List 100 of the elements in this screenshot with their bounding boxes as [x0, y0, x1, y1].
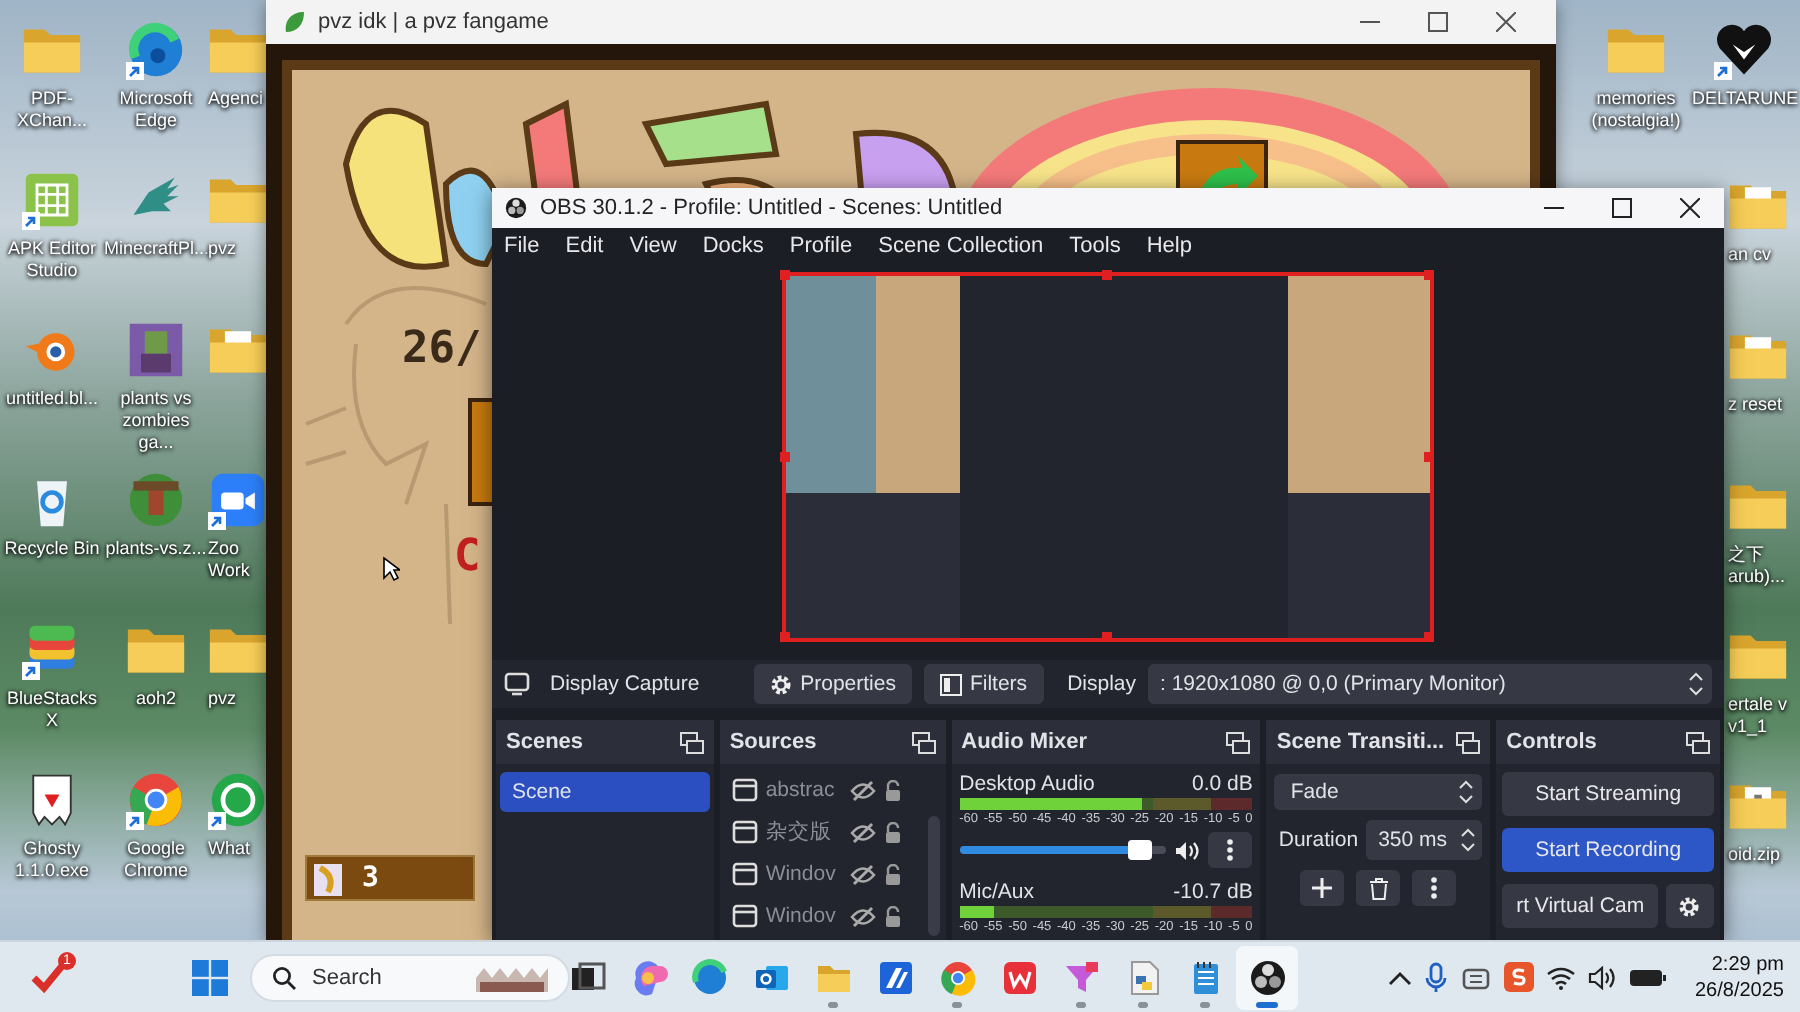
eye-slash-icon[interactable] [849, 779, 876, 801]
chat-icon [208, 770, 268, 830]
control-button[interactable]: Start Recording [1502, 828, 1714, 872]
screen-capture-preview[interactable] [782, 272, 1434, 642]
undock-icon[interactable] [1685, 731, 1710, 753]
menu-item[interactable]: Tools [1069, 234, 1121, 258]
undock-icon[interactable] [679, 731, 704, 753]
toolbar-button[interactable]: Filters [923, 664, 1044, 704]
resize-handle[interactable] [1102, 632, 1112, 642]
resize-handle[interactable] [780, 632, 790, 642]
scene-item[interactable]: Scene [500, 772, 710, 812]
desktop-icon-label[interactable]: untitled.bl... [5, 388, 99, 410]
app-icon[interactable] [1503, 962, 1533, 992]
network-app-icon[interactable] [1459, 963, 1491, 991]
office-app-icon [999, 957, 1039, 997]
taskbar-app-button[interactable] [1236, 945, 1298, 1009]
dock-title: Scenes [506, 730, 584, 754]
more-button[interactable] [1412, 870, 1457, 906]
lock-icon[interactable] [883, 821, 902, 843]
resize-handle[interactable] [1424, 632, 1434, 642]
menu-item[interactable]: Docks [702, 234, 764, 258]
desktop-icon-label[interactable]: Recycle Bin [4, 538, 100, 560]
duration-spinbox[interactable]: 350 ms [1366, 820, 1483, 860]
transition-dropdown[interactable]: Fade [1274, 774, 1483, 810]
source-item[interactable]: abstrac [765, 778, 842, 802]
control-button[interactable]: rt Virtual Cam [1502, 884, 1658, 928]
delete-button[interactable] [1356, 870, 1401, 906]
dock-title: Audio Mixer [961, 730, 1088, 754]
window-title: OBS 30.1.2 - Profile: Untitled - Scenes: Untitled [540, 196, 1003, 220]
microphone-icon[interactable] [1423, 961, 1447, 993]
browser-circle-icon [937, 957, 977, 997]
source-item[interactable]: 杂交版 [765, 818, 842, 846]
search-highlight-drawing [476, 963, 548, 991]
clock-time[interactable]: 2:29 pm [1711, 951, 1784, 977]
eye-slash-icon[interactable] [849, 905, 876, 927]
desktop-icon-label[interactable]: pvz [208, 688, 237, 710]
undock-icon[interactable] [911, 731, 936, 753]
desktop-icon-label[interactable]: ertale v v1_1 [1728, 694, 1800, 738]
eye-slash-icon[interactable] [849, 863, 876, 885]
leaf-icon [282, 10, 306, 34]
browser-swirl-icon [126, 20, 186, 80]
eye-slash-icon[interactable] [849, 821, 876, 843]
desktop-icon-label[interactable]: z reset [1728, 394, 1783, 416]
up-down-arrows-icon[interactable] [1460, 828, 1477, 852]
search-field[interactable]: Search [312, 965, 460, 989]
desktop-icon-label[interactable]: plants-vs.z... [105, 538, 207, 560]
slider-thumb[interactable] [1128, 840, 1153, 860]
source-item[interactable]: Windov [765, 862, 842, 886]
channel-name: Desktop Audio [959, 772, 1095, 796]
resize-handle[interactable] [1102, 270, 1112, 280]
desktop-icon-label[interactable]: aoh2 [135, 688, 177, 710]
wifi-icon[interactable] [1545, 965, 1575, 989]
scrollbar[interactable] [927, 816, 940, 936]
desktop-icon-label[interactable]: 之下 arub)... [1728, 544, 1800, 588]
display-dropdown[interactable]: : 1920x1080 @ 0,0 (Primary Monitor) [1148, 664, 1712, 704]
video-app-icon [208, 470, 268, 530]
resize-handle[interactable] [780, 451, 790, 461]
add-button[interactable] [1300, 870, 1345, 906]
gear-icon [1678, 895, 1701, 917]
chevron-up-icon[interactable] [1387, 969, 1411, 985]
menu-item[interactable]: View [629, 234, 677, 258]
gear-icon [770, 673, 793, 695]
menu-item[interactable]: File [504, 234, 540, 258]
undock-icon[interactable] [1456, 731, 1481, 753]
dock-title: Scene Transiti... [1276, 730, 1445, 754]
undock-icon[interactable] [1226, 731, 1251, 753]
close-icon [1680, 198, 1700, 218]
clock-date[interactable]: 26/8/2025 [1695, 977, 1784, 1003]
resize-handle[interactable] [780, 270, 790, 280]
menu-item[interactable]: Profile [789, 234, 853, 258]
sun-counter: 3 [362, 862, 379, 894]
resize-handle[interactable] [1424, 270, 1434, 280]
menu-item[interactable]: Help [1146, 234, 1192, 258]
lock-icon[interactable] [883, 863, 902, 885]
settings-button[interactable] [1665, 884, 1714, 928]
more-button[interactable] [1208, 832, 1253, 868]
recorder-app-icon [1247, 957, 1287, 997]
cursor-icon [382, 556, 400, 582]
desktop-icon-label[interactable]: Zoo Work [208, 538, 268, 582]
channel-name: Mic/Aux [959, 880, 1034, 904]
volume-icon[interactable] [1587, 965, 1615, 989]
window-source-icon [731, 862, 758, 886]
lock-icon[interactable] [883, 779, 902, 801]
up-down-arrows-icon[interactable] [1458, 780, 1475, 804]
desktop-icon-label[interactable]: BlueStacks X [0, 688, 104, 732]
desktop-icon-label[interactable]: plants vs zombies ga... [104, 388, 208, 454]
toolbar-button[interactable]: Properties [754, 664, 912, 704]
app-logo-icon [504, 196, 528, 220]
menu-item[interactable]: Edit [565, 234, 604, 258]
menu-item[interactable]: Scene Collection [878, 234, 1044, 258]
battery-icon[interactable] [1627, 965, 1667, 989]
monitor-icon [504, 672, 530, 696]
resize-handle[interactable] [1424, 451, 1434, 461]
search-bar[interactable]: Search [250, 953, 570, 1001]
speaker-icon[interactable] [1174, 839, 1201, 861]
funnel-app-icon [1061, 957, 1101, 997]
up-down-arrows-icon[interactable] [1688, 672, 1704, 696]
control-button[interactable]: Start Streaming [1502, 772, 1714, 816]
source-item[interactable]: Windov [765, 904, 842, 928]
lock-icon[interactable] [883, 905, 902, 927]
